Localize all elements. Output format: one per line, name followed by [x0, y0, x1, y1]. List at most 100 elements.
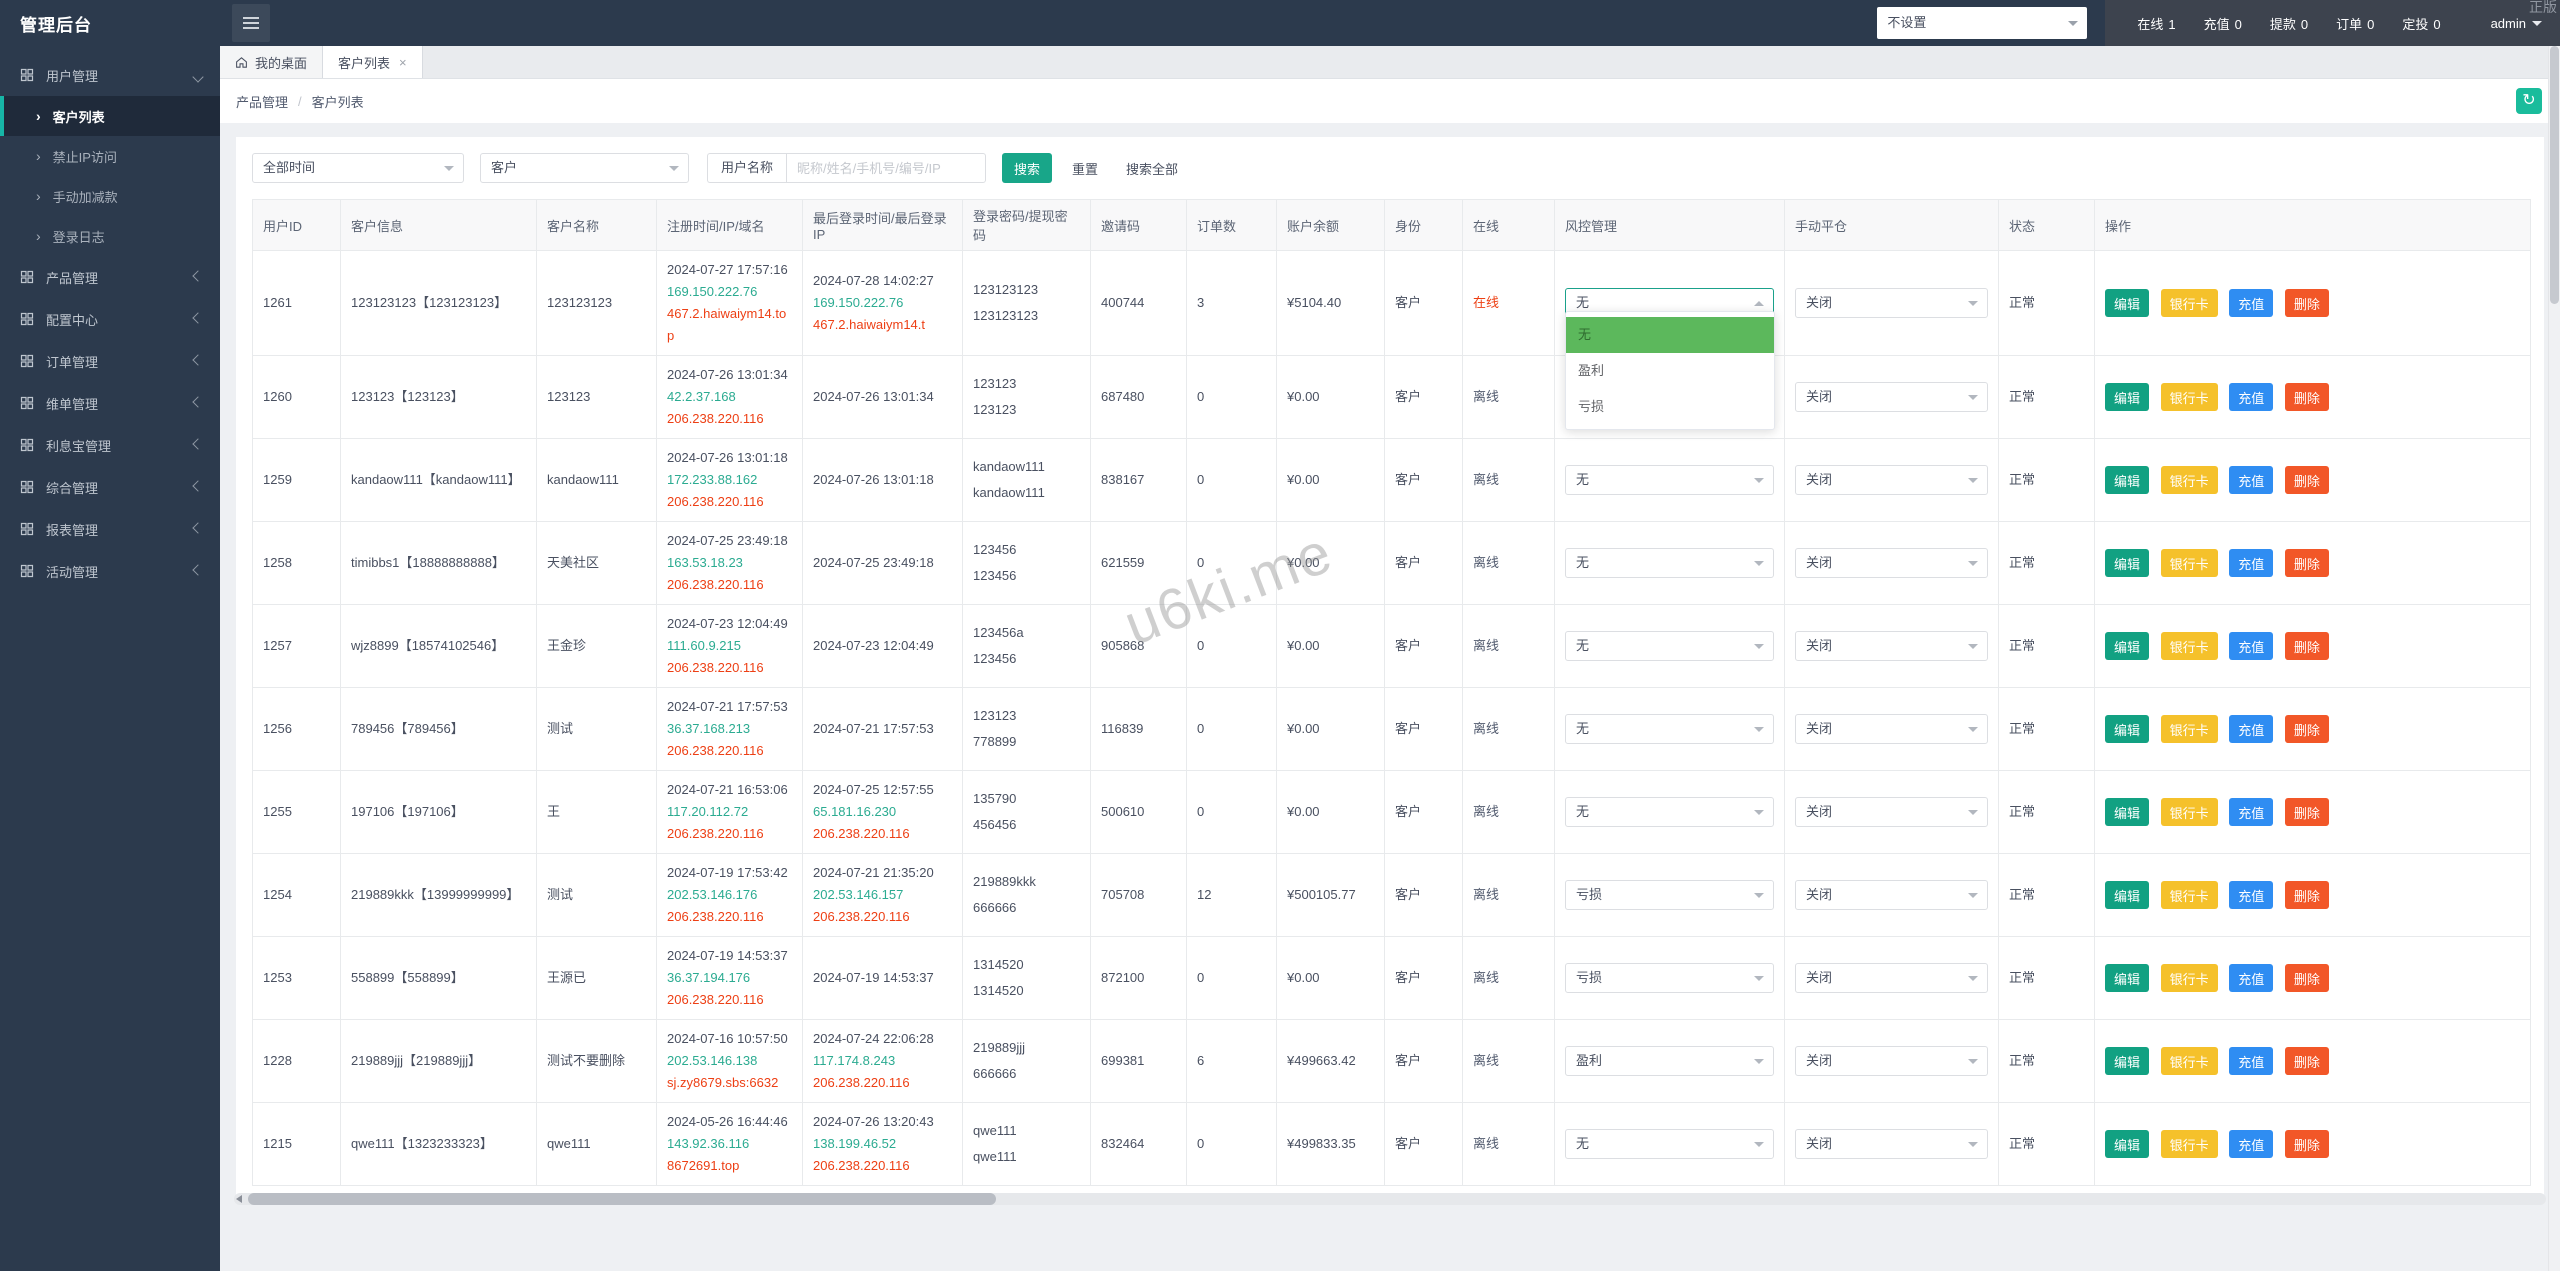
horizontal-scrollbar-thumb[interactable]: [248, 1193, 996, 1205]
delete-button[interactable]: 删除: [2284, 632, 2329, 660]
keyword-input[interactable]: [786, 153, 987, 183]
scroll-left-arrow-icon[interactable]: [236, 1195, 242, 1203]
delete-button[interactable]: 删除: [2284, 549, 2329, 577]
sidebar-item[interactable]: › 用户管理: [0, 54, 220, 96]
delete-button[interactable]: 删除: [2284, 881, 2329, 909]
sidebar-item[interactable]: › 手动加减款: [0, 176, 220, 216]
risk-select[interactable]: 无: [1565, 548, 1774, 578]
delete-button[interactable]: 删除: [2284, 1130, 2329, 1158]
page-tab[interactable]: 客户列表 ×: [323, 46, 423, 78]
edit-button[interactable]: 编辑: [2105, 549, 2150, 577]
sidebar-item[interactable]: › 登录日志: [0, 216, 220, 256]
close-position-select[interactable]: 关闭: [1795, 1129, 1988, 1159]
sidebar-item[interactable]: › 利息宝管理: [0, 424, 220, 466]
risk-dropdown-option[interactable]: 亏损: [1566, 389, 1774, 425]
preset-select[interactable]: 不设置: [1877, 7, 2088, 39]
vertical-scrollbar[interactable]: [2548, 46, 2560, 1271]
header-stat[interactable]: 订单 0: [2336, 14, 2374, 33]
bank-card-button[interactable]: 银行卡: [2160, 466, 2218, 494]
close-position-select[interactable]: 关闭: [1795, 1046, 1988, 1076]
delete-button[interactable]: 删除: [2284, 1047, 2329, 1075]
recharge-button[interactable]: 充值: [2229, 881, 2274, 909]
header-stat[interactable]: 充值 0: [2204, 14, 2242, 33]
sidebar-item[interactable]: › 配置中心: [0, 298, 220, 340]
delete-button[interactable]: 删除: [2284, 798, 2329, 826]
bank-card-button[interactable]: 银行卡: [2160, 1047, 2218, 1075]
bank-card-button[interactable]: 银行卡: [2160, 1130, 2218, 1158]
delete-button[interactable]: 删除: [2284, 289, 2329, 317]
bank-card-button[interactable]: 银行卡: [2160, 549, 2218, 577]
bank-card-button[interactable]: 银行卡: [2160, 715, 2218, 743]
bank-card-button[interactable]: 银行卡: [2160, 632, 2218, 660]
edit-button[interactable]: 编辑: [2105, 632, 2150, 660]
recharge-button[interactable]: 充值: [2229, 798, 2274, 826]
horizontal-scrollbar[interactable]: [234, 1193, 2546, 1205]
sidebar-item[interactable]: › 禁止IP访问: [0, 136, 220, 176]
close-position-select[interactable]: 关闭: [1795, 382, 1988, 412]
sidebar-item[interactable]: › 报表管理: [0, 508, 220, 550]
delete-button[interactable]: 删除: [2284, 964, 2329, 992]
customer-type-select[interactable]: 客户: [480, 153, 689, 183]
risk-select[interactable]: 盈利: [1565, 1046, 1774, 1076]
sidebar-item[interactable]: › 维单管理: [0, 382, 220, 424]
edit-button[interactable]: 编辑: [2105, 964, 2150, 992]
header-stat[interactable]: 在线 1: [2137, 14, 2175, 33]
bank-card-button[interactable]: 银行卡: [2160, 798, 2218, 826]
name-field-label[interactable]: 用户名称: [707, 153, 787, 183]
close-position-select[interactable]: 关闭: [1795, 631, 1988, 661]
refresh-button[interactable]: [2516, 88, 2542, 114]
risk-dropdown-option[interactable]: 无: [1566, 317, 1774, 353]
recharge-button[interactable]: 充值: [2229, 964, 2274, 992]
risk-select[interactable]: 亏损: [1565, 880, 1774, 910]
bank-card-button[interactable]: 银行卡: [2160, 289, 2218, 317]
risk-select[interactable]: 无: [1565, 797, 1774, 827]
recharge-button[interactable]: 充值: [2229, 549, 2274, 577]
risk-select[interactable]: 无: [1565, 631, 1774, 661]
close-position-select[interactable]: 关闭: [1795, 963, 1988, 993]
reset-button[interactable]: 重置: [1072, 159, 1098, 178]
recharge-button[interactable]: 充值: [2229, 715, 2274, 743]
risk-select[interactable]: 无: [1565, 465, 1774, 495]
edit-button[interactable]: 编辑: [2105, 289, 2150, 317]
sidebar-item[interactable]: › 客户列表: [0, 96, 220, 136]
vertical-scrollbar-thumb[interactable]: [2550, 46, 2559, 304]
close-position-select[interactable]: 关闭: [1795, 465, 1988, 495]
delete-button[interactable]: 删除: [2284, 466, 2329, 494]
recharge-button[interactable]: 充值: [2229, 632, 2274, 660]
header-stat[interactable]: 提款 0: [2270, 14, 2308, 33]
delete-button[interactable]: 删除: [2284, 383, 2329, 411]
recharge-button[interactable]: 充值: [2229, 383, 2274, 411]
recharge-button[interactable]: 充值: [2229, 466, 2274, 494]
risk-select[interactable]: 无: [1565, 714, 1774, 744]
recharge-button[interactable]: 充值: [2229, 1130, 2274, 1158]
edit-button[interactable]: 编辑: [2105, 798, 2150, 826]
admin-menu[interactable]: admin: [2491, 16, 2542, 31]
close-position-select[interactable]: 关闭: [1795, 714, 1988, 744]
risk-select[interactable]: 无: [1565, 1129, 1774, 1159]
delete-button[interactable]: 删除: [2284, 715, 2329, 743]
breadcrumb-item[interactable]: 产品管理: [236, 92, 288, 111]
close-position-select[interactable]: 关闭: [1795, 880, 1988, 910]
close-position-select[interactable]: 关闭: [1795, 288, 1988, 318]
edit-button[interactable]: 编辑: [2105, 715, 2150, 743]
risk-dropdown-option[interactable]: 盈利: [1566, 353, 1774, 389]
edit-button[interactable]: 编辑: [2105, 466, 2150, 494]
header-stat[interactable]: 定投 0: [2402, 14, 2440, 33]
close-icon[interactable]: ×: [399, 55, 407, 70]
edit-button[interactable]: 编辑: [2105, 881, 2150, 909]
recharge-button[interactable]: 充值: [2229, 1047, 2274, 1075]
close-position-select[interactable]: 关闭: [1795, 548, 1988, 578]
hamburger-menu-button[interactable]: [232, 4, 270, 42]
page-tab[interactable]: 我的桌面 ×: [220, 46, 324, 78]
edit-button[interactable]: 编辑: [2105, 1130, 2150, 1158]
search-button[interactable]: 搜索: [1002, 153, 1053, 183]
bank-card-button[interactable]: 银行卡: [2160, 964, 2218, 992]
search-all-button[interactable]: 搜索全部: [1126, 159, 1178, 178]
edit-button[interactable]: 编辑: [2105, 383, 2150, 411]
sidebar-item[interactable]: › 综合管理: [0, 466, 220, 508]
sidebar-item[interactable]: › 订单管理: [0, 340, 220, 382]
bank-card-button[interactable]: 银行卡: [2160, 383, 2218, 411]
edit-button[interactable]: 编辑: [2105, 1047, 2150, 1075]
close-position-select[interactable]: 关闭: [1795, 797, 1988, 827]
time-range-select[interactable]: 全部时间: [252, 153, 464, 183]
